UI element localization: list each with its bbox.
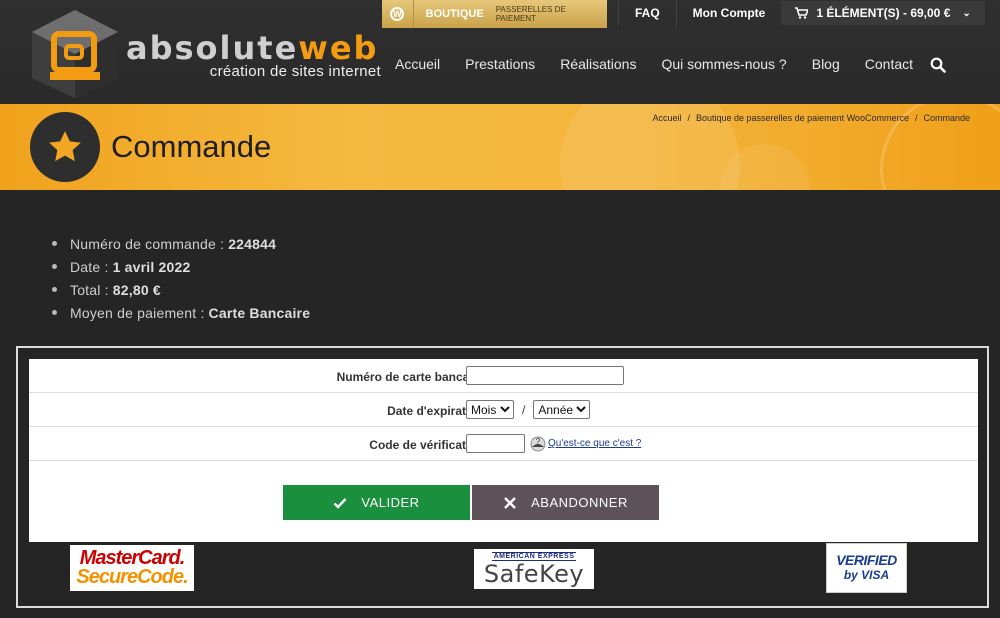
payment-box: Numéro de carte bancaire Date d'expirati… bbox=[16, 346, 989, 608]
card-number-label: Numéro de carte bancaire bbox=[336, 370, 484, 384]
boutique-sublabel: PASSERELLES DE PAIEMENT bbox=[495, 5, 566, 23]
search-icon[interactable] bbox=[930, 57, 946, 73]
logo-wordmark[interactable]: absoluteweb création de sites internet bbox=[126, 32, 381, 80]
amex-logo-line2: SafeKey bbox=[483, 559, 585, 588]
order-summary: Numéro de commande :224844 Date :1 avril… bbox=[52, 232, 310, 324]
logo-cube-icon[interactable] bbox=[30, 8, 120, 100]
visa-logo-line2: by VISA bbox=[843, 568, 890, 582]
cancel-button-label: ABANDONNER bbox=[531, 495, 628, 510]
nav-qui-sommes-nous[interactable]: Qui sommes-nous ? bbox=[661, 56, 786, 72]
order-total-value: 82,80 € bbox=[112, 281, 161, 298]
close-icon bbox=[504, 496, 516, 509]
boutique-label: BOUTIQUE bbox=[425, 8, 484, 20]
amex-safekey-logo: AMERICAN EXPRESS SafeKey bbox=[474, 549, 594, 589]
nav-accueil[interactable]: Accueil bbox=[395, 56, 440, 72]
list-item: Moyen de paiement : Carte Bancaire bbox=[52, 301, 310, 324]
list-item: Date :1 avril 2022 bbox=[52, 255, 310, 278]
card-number-row: Numéro de carte bancaire bbox=[29, 359, 978, 393]
wordpress-icon: W bbox=[382, 0, 414, 28]
boutique-banner[interactable]: W BOUTIQUE PASSERELLES DE PAIEMENT bbox=[382, 0, 607, 28]
account-link[interactable]: Mon Compte bbox=[677, 6, 782, 20]
logo-word-accent: web bbox=[298, 29, 379, 67]
payment-method-label: Moyen de paiement : bbox=[70, 304, 205, 321]
star-icon bbox=[30, 112, 100, 182]
cart-summary: 1 ÉLÉMENT(S) - 69,00 € bbox=[816, 6, 951, 20]
order-total-label: Total : bbox=[70, 281, 109, 298]
main-nav: Accueil Prestations Réalisations Qui som… bbox=[395, 56, 938, 72]
top-nav: FAQ Mon Compte 1 ÉLÉMENT(S) - 69,00 € ⌄ bbox=[618, 0, 985, 26]
nav-prestations[interactable]: Prestations bbox=[465, 56, 535, 72]
validate-button-label: VALIDER bbox=[361, 495, 420, 510]
check-icon bbox=[334, 497, 347, 509]
title-band: Commande Accueil / Boutique de passerell… bbox=[0, 104, 1000, 190]
cart-icon bbox=[795, 7, 809, 19]
cvv-row: Code de vérification ? Qu'est-ce que c'e… bbox=[29, 427, 978, 461]
chevron-down-icon: ⌄ bbox=[962, 7, 971, 19]
expiry-month-select[interactable]: Mois bbox=[466, 400, 514, 419]
order-number-label: Numéro de commande : bbox=[70, 235, 225, 252]
order-date-value: 1 avril 2022 bbox=[112, 258, 191, 275]
breadcrumb: Accueil / Boutique de passerelles de pai… bbox=[652, 113, 970, 123]
visa-logo-line1: VERIFIED bbox=[836, 552, 897, 568]
expiry-separator: / bbox=[522, 402, 526, 417]
page-title: Commande bbox=[111, 129, 272, 164]
order-number-value: 224844 bbox=[228, 235, 277, 252]
payment-form: Numéro de carte bancaire Date d'expirati… bbox=[29, 359, 978, 542]
list-item: Numéro de commande :224844 bbox=[52, 232, 310, 255]
svg-text:?: ? bbox=[536, 437, 541, 446]
mastercard-logo-line2: SecureCode. bbox=[76, 566, 188, 588]
cvv-input[interactable] bbox=[466, 434, 525, 453]
logo-word-primary: absolute bbox=[126, 29, 299, 67]
card-number-input[interactable] bbox=[466, 366, 624, 385]
order-date-label: Date : bbox=[70, 258, 109, 275]
nav-contact[interactable]: Contact bbox=[865, 56, 913, 72]
expiry-year-select[interactable]: Année bbox=[533, 400, 591, 419]
nav-blog[interactable]: Blog bbox=[812, 56, 840, 72]
validate-button[interactable]: VALIDER bbox=[283, 485, 470, 520]
cvv-help-link[interactable]: Qu'est-ce que c'est ? bbox=[548, 438, 641, 449]
faq-link[interactable]: FAQ bbox=[619, 6, 676, 20]
list-item: Total :82,80 € bbox=[52, 278, 310, 301]
breadcrumb-accueil[interactable]: Accueil bbox=[652, 113, 681, 123]
payment-method-value: Carte Bancaire bbox=[208, 304, 311, 321]
site-header: absoluteweb création de sites internet W… bbox=[0, 0, 1000, 104]
help-icon[interactable]: ? bbox=[530, 436, 546, 452]
breadcrumb-current: Commande bbox=[923, 113, 970, 123]
expiry-row: Date d'expiration Mois / Année bbox=[29, 393, 978, 427]
mastercard-securecode-logo: MasterCard. SecureCode. bbox=[70, 545, 194, 591]
nav-realisations[interactable]: Réalisations bbox=[560, 56, 636, 72]
cancel-button[interactable]: ABANDONNER bbox=[472, 485, 659, 520]
cart-button[interactable]: 1 ÉLÉMENT(S) - 69,00 € ⌄ bbox=[781, 1, 985, 25]
verified-by-visa-logo: VERIFIED by VISA bbox=[826, 543, 907, 593]
breadcrumb-boutique[interactable]: Boutique de passerelles de paiement WooC… bbox=[696, 113, 909, 123]
